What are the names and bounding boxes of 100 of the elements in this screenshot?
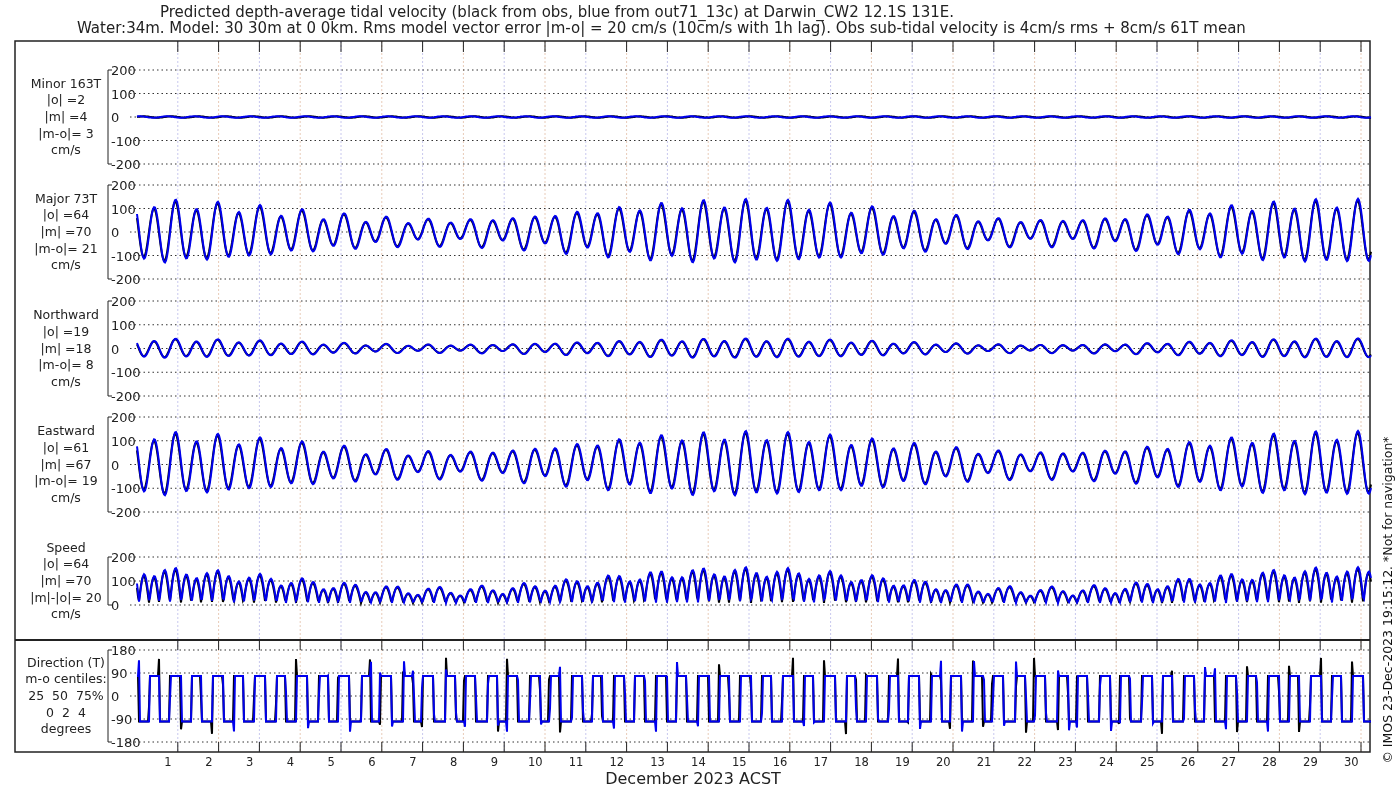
tick-mark bbox=[1034, 40, 1036, 53]
panel-label: m-o centiles: bbox=[25, 671, 107, 687]
tick-label: 90 bbox=[111, 666, 128, 681]
tick-mark bbox=[381, 40, 383, 53]
copyright-label: © IMOS 23-Dec-2023 19:15:12. *Not for navigation* bbox=[1380, 436, 1395, 764]
tick-mark bbox=[1238, 40, 1240, 53]
panel-label: |m-o|= 8 bbox=[38, 357, 94, 373]
tick-label: 0 bbox=[111, 341, 120, 357]
tick-label: 13 bbox=[650, 755, 665, 769]
tick-mark bbox=[462, 40, 464, 53]
panel-label: |m-o|= 3 bbox=[38, 125, 94, 141]
tick-label: 200 bbox=[111, 550, 136, 565]
tick-label: 15 bbox=[731, 755, 747, 769]
tick-label: -100 bbox=[111, 248, 141, 264]
tick-mark bbox=[626, 40, 628, 53]
tick-label: -200 bbox=[111, 272, 141, 287]
panel-label: |m| =4 bbox=[44, 109, 88, 124]
panel-label: 0 2 4 bbox=[46, 704, 86, 720]
tick-mark bbox=[422, 40, 424, 53]
panel-label: |m| =18 bbox=[40, 340, 92, 356]
tick-mark bbox=[1197, 40, 1199, 53]
tick-label: 180 bbox=[111, 643, 136, 658]
panel-label: 25 50 75% bbox=[28, 688, 104, 703]
panel-label: |o| =19 bbox=[42, 323, 90, 339]
tick-label: 6 bbox=[368, 755, 376, 769]
panel-label: Major 73T bbox=[34, 190, 98, 206]
tick-label: 21 bbox=[976, 755, 992, 769]
tick-mark bbox=[258, 40, 260, 53]
y-axis bbox=[107, 556, 113, 606]
tick-label: 24 bbox=[1099, 755, 1114, 769]
tick-mark bbox=[830, 40, 832, 53]
panel-label: |o| =2 bbox=[46, 92, 86, 108]
panel-label: cm/s bbox=[51, 606, 81, 622]
tick-label: 200 bbox=[111, 294, 136, 309]
tick-label: 7 bbox=[409, 755, 417, 769]
tick-label: 20 bbox=[935, 755, 951, 769]
panel-label: degrees bbox=[40, 721, 92, 737]
tick-mark bbox=[666, 40, 668, 53]
tick-mark bbox=[707, 40, 709, 53]
tick-label: 17 bbox=[813, 755, 829, 769]
tick-label: 28 bbox=[1262, 755, 1277, 769]
panel-label: cm/s bbox=[51, 373, 81, 389]
tick-label: -200 bbox=[111, 389, 141, 404]
chart-subtitle: Water:34m. Model: 30 30m at 0 0km. Rms model vector error |m-o| = 20 cm/s (10cm/s with 1h lag). Obs sub-tidal velocity is 4cm/s rms + 8cm/s 61T mean bbox=[77, 19, 1246, 37]
tick-mark bbox=[1278, 40, 1280, 53]
tick-label: 25 bbox=[1139, 755, 1155, 769]
tick-mark bbox=[177, 40, 179, 53]
tick-label: 100 bbox=[111, 433, 136, 449]
tick-label: 0 bbox=[111, 457, 120, 473]
panel-label: Northward bbox=[33, 307, 99, 323]
tick-label: 4 bbox=[286, 755, 295, 769]
tick-mark bbox=[993, 40, 995, 53]
tick-mark bbox=[748, 40, 750, 53]
tick-label: 22 bbox=[1017, 755, 1033, 769]
tick-label: 14 bbox=[691, 755, 706, 769]
panel-label: |m| =67 bbox=[40, 456, 92, 472]
tick-label: 0 bbox=[111, 598, 120, 613]
tick-mark bbox=[1074, 40, 1076, 53]
tick-label: -100 bbox=[111, 133, 141, 149]
tick-label: -90 bbox=[111, 712, 133, 727]
tick-label: 2 bbox=[205, 755, 213, 769]
panel-label: Speed bbox=[46, 539, 86, 555]
tick-mark bbox=[789, 40, 791, 53]
tick-mark bbox=[340, 40, 342, 53]
tick-label: 1 bbox=[164, 755, 172, 769]
panel-label: cm/s bbox=[51, 142, 81, 158]
chart-title: Predicted depth-average tidal velocity (black from obs, blue from out71_13c) at Darwin_CW2 12.1S 131E. bbox=[160, 3, 955, 21]
panel-label: Direction (T) bbox=[27, 654, 105, 670]
tick-label: 200 bbox=[111, 410, 136, 425]
tick-label: 30 bbox=[1343, 755, 1359, 769]
panel-label: |m-o|= 21 bbox=[34, 240, 98, 256]
tick-label: 100 bbox=[111, 317, 136, 333]
tick-label: 0 bbox=[111, 689, 120, 704]
panel-label: |m|-|o|= 20 bbox=[30, 589, 102, 605]
tick-mark bbox=[1156, 40, 1158, 53]
tick-label: 9 bbox=[490, 755, 499, 769]
tick-mark bbox=[870, 40, 872, 53]
axis-label: December 2023 ACST bbox=[605, 769, 781, 788]
tick-label: 8 bbox=[449, 755, 458, 769]
tick-label: 29 bbox=[1303, 755, 1318, 769]
tick-mark bbox=[585, 40, 587, 53]
tick-label: 23 bbox=[1058, 755, 1073, 769]
tick-mark bbox=[503, 40, 505, 53]
tick-label: 16 bbox=[772, 755, 788, 769]
tick-label: 0 bbox=[111, 225, 120, 240]
panel-label: |o| =61 bbox=[42, 439, 90, 455]
tick-label: -100 bbox=[111, 365, 141, 381]
tick-label: -180 bbox=[111, 735, 141, 750]
panel-label: |m| =70 bbox=[40, 224, 92, 239]
tick-mark bbox=[1115, 40, 1117, 53]
tick-label: 10 bbox=[527, 755, 543, 769]
panel-label: Minor 163T bbox=[30, 75, 102, 91]
tick-label: 100 bbox=[111, 201, 136, 217]
tick-label: 18 bbox=[854, 755, 869, 769]
tick-label: 0 bbox=[111, 110, 120, 125]
panel-label: Eastward bbox=[37, 423, 95, 439]
tick-label: 12 bbox=[609, 755, 625, 769]
tick-label: 27 bbox=[1221, 755, 1237, 769]
tick-mark bbox=[1360, 40, 1362, 53]
panel-label: |o| =64 bbox=[42, 207, 90, 223]
